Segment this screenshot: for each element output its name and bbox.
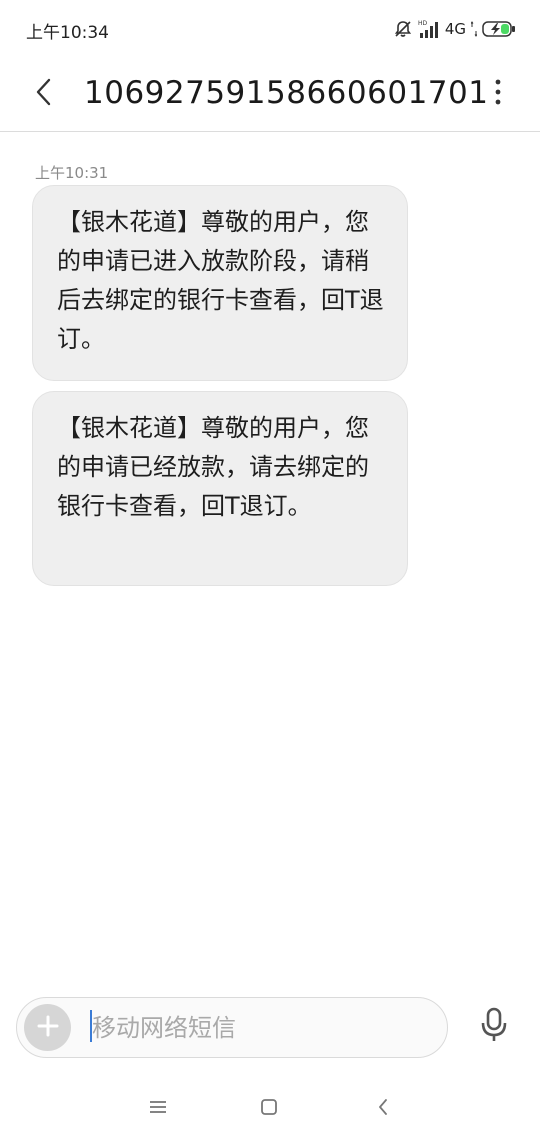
compose-bar <box>16 997 448 1058</box>
message-timestamp: 上午10:31 <box>35 164 109 182</box>
back-button[interactable] <box>24 72 64 116</box>
status-time: 上午10:34 <box>26 23 109 43</box>
add-attachment-button[interactable] <box>24 1004 71 1051</box>
message-bubble[interactable]: 【银木花道】尊敬的用户，您的申请已进入放款阶段，请稍后去绑定的银行卡查看，回T退… <box>32 185 408 381</box>
hd-signal-icon: HD <box>418 19 440 39</box>
recent-apps-button[interactable] <box>138 1094 178 1124</box>
svg-text:HD: HD <box>418 20 428 27</box>
system-back-button[interactable] <box>363 1094 403 1124</box>
message-bubble[interactable]: 【银木花道】尊敬的用户，您的申请已经放款，请去绑定的银行卡查看，回T退订。 <box>32 391 408 586</box>
chevron-left-icon <box>34 77 54 111</box>
microphone-icon <box>480 1007 508 1047</box>
data-arrows-icon <box>471 21 477 37</box>
more-options-button[interactable] <box>486 72 510 116</box>
status-bar: 上午10:34 HD 4G <box>0 0 540 58</box>
back-chevron-icon <box>377 1098 389 1120</box>
sender-number: 106927591586606017​01 <box>84 75 489 111</box>
menu-icon <box>149 1099 167 1119</box>
more-vertical-icon <box>495 79 501 109</box>
home-square-icon <box>260 1098 278 1120</box>
system-nav-bar <box>0 1080 540 1140</box>
status-icons: HD 4G <box>393 18 516 40</box>
home-button[interactable] <box>249 1094 289 1124</box>
battery-charging-icon <box>482 20 516 38</box>
network-type: 4G <box>444 20 466 38</box>
voice-input-button[interactable] <box>476 1007 512 1047</box>
plus-icon <box>37 1015 59 1041</box>
conversation-header: 106927591586606017​01 <box>0 58 540 132</box>
mute-bell-icon <box>393 19 413 39</box>
message-input[interactable] <box>89 1006 432 1050</box>
